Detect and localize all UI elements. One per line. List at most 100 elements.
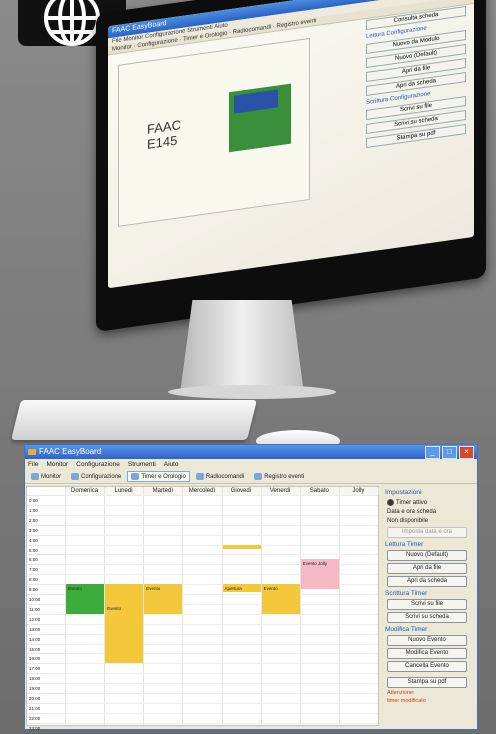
timer-event-block[interactable]: Evento [261,584,300,614]
time-row-line [65,673,378,675]
time-row-label: 8:00 [27,574,65,584]
time-row-line [65,514,378,516]
remote-icon [195,473,204,480]
menu-strumenti[interactable]: Strumenti [128,459,156,470]
titlebar: FAAC EasyBoard _ □ × [25,445,477,459]
data-ora-label: Data e ora scheda [387,509,437,516]
time-row-line [65,712,378,714]
monitor-icon [31,473,39,480]
time-row-label: 10:00 [27,594,65,604]
time-row-line [65,554,378,556]
time-row-line [65,544,378,546]
nuovo-default-button[interactable]: Nuovo (Default) [387,550,467,562]
time-row-label: 0:00 [27,495,65,505]
day-column-divider [182,487,184,725]
timer-event-block[interactable]: Apertura [222,584,261,592]
time-row-label: 17:00 [27,663,65,673]
scrivi-file-button[interactable]: Scrivi su file [387,599,467,611]
day-column-divider [338,487,340,725]
cancella-evento-button[interactable]: Cancella Evento [387,661,467,673]
time-row-label: 2:00 [27,514,65,525]
menu-file[interactable]: File [28,459,38,470]
timer-event-block[interactable] [222,544,261,549]
tab-configurazione[interactable]: Configurazione [67,471,125,482]
day-header: Giovedì [221,487,262,495]
globe-icon [44,0,100,46]
time-row-line [65,524,378,526]
radio-icon [387,499,394,506]
tab-bar: Monitor Configurazione Timer e Orologio … [25,470,477,484]
scrivi-scheda-button[interactable]: Scrivi su scheda [387,612,467,624]
tab-monitor[interactable]: Monitor [112,44,132,53]
day-header: Martedì [143,487,184,495]
window-title: FAAC EasyBoard [39,447,102,456]
warning-title: Attenzione: [387,690,415,697]
timer-event-block[interactable]: Evento Jolly [300,559,339,590]
monitor-side-panel: Consulta scheda Lettura Configurazione N… [366,5,466,149]
nuovo-evento-button[interactable]: Nuovo Evento [387,635,467,647]
app-window: FAAC EasyBoard _ □ × File Monitor Config… [24,444,478,731]
time-row-label: 7:00 [27,564,65,574]
modifica-evento-button[interactable]: Modifica Evento [387,648,467,660]
menubar: File Monitor Configurazione Strumenti Ai… [25,459,477,470]
tab-monitor[interactable]: Monitor [27,471,65,482]
tab-radiocomandi[interactable]: Radiocomandi [192,471,248,482]
monitor-stand-base [168,385,336,399]
time-row-label: 19:00 [27,683,65,693]
day-column-divider [221,487,223,725]
board-diagram: FAAC E145 [118,37,310,227]
time-row-label: 13:00 [27,623,65,634]
time-row-label: 15:00 [27,643,65,654]
stampa-pdf-button[interactable]: Stampa su pdf [387,677,467,689]
time-row-line [65,722,378,724]
time-row-label: 11:00 [27,603,65,614]
time-row-label: 21:00 [27,702,65,713]
time-row-label: 18:00 [27,673,65,683]
monitor-stand [180,300,304,394]
time-row-line [65,504,378,506]
clock-icon [131,473,140,480]
timer-schedule-grid[interactable]: Domenica Lunedì Martedì Mercoledì Giovedì Ven… [26,486,379,731]
time-row-line [65,683,378,685]
time-row-label: 1:00 [27,504,65,515]
timer-attivo-radio[interactable]: Timer attivo [387,499,467,506]
scrittura-timer-title: Scrittura Timer [385,590,428,598]
day-header: Sabato [299,487,340,495]
time-row-line [65,495,378,496]
menu-monitor[interactable]: Monitor [46,459,68,470]
timer-side-panel: Impostazioni Timer attivo Data e ora sch… [381,486,473,724]
apri-scheda-button[interactable]: Apri da scheda [387,576,467,588]
day-header: Lunedì [104,487,145,495]
day-header: Domenica [65,487,106,495]
modifica-timer-title: Modifica Timer [385,626,428,634]
board-label: FAAC E145 [147,117,181,152]
gear-icon [71,473,80,480]
timer-event-block[interactable]: Evento [105,603,144,664]
time-row-label: 14:00 [27,633,65,644]
menu-aiuto[interactable]: Aiuto [164,459,179,470]
time-row-label: 9:00 [27,584,65,594]
time-row-label: 20:00 [27,693,65,703]
time-row-label: 12:00 [27,613,65,624]
maximize-button[interactable]: □ [442,446,457,459]
tab-registro-eventi[interactable]: Registro eventi [250,471,308,482]
lettura-timer-title: Lettura Timer [385,541,424,549]
menu-configurazione[interactable]: Configurazione [76,459,120,470]
time-row-label: 3:00 [27,524,65,535]
time-row-line [65,663,378,665]
time-row-label: 6:00 [27,554,65,564]
time-row-line [65,702,378,704]
timer-event-block[interactable]: Evento [144,584,183,614]
minimize-button[interactable]: _ [425,446,440,459]
close-button[interactable]: × [459,446,474,459]
timer-event-block[interactable] [105,584,144,604]
apri-file-button[interactable]: Apri da file [387,563,467,575]
time-row-line [65,534,378,536]
timer-event-block[interactable]: Evento [66,584,105,614]
tab-timer-orologio[interactable]: Timer e Orologio [127,471,190,482]
time-row-label: 23:00 [27,722,65,733]
imposta-data-button[interactable]: Imposta data e ora [387,527,467,539]
time-row-label: 5:00 [27,544,65,555]
time-row-label: 22:00 [27,712,65,723]
day-column-divider [299,487,301,725]
